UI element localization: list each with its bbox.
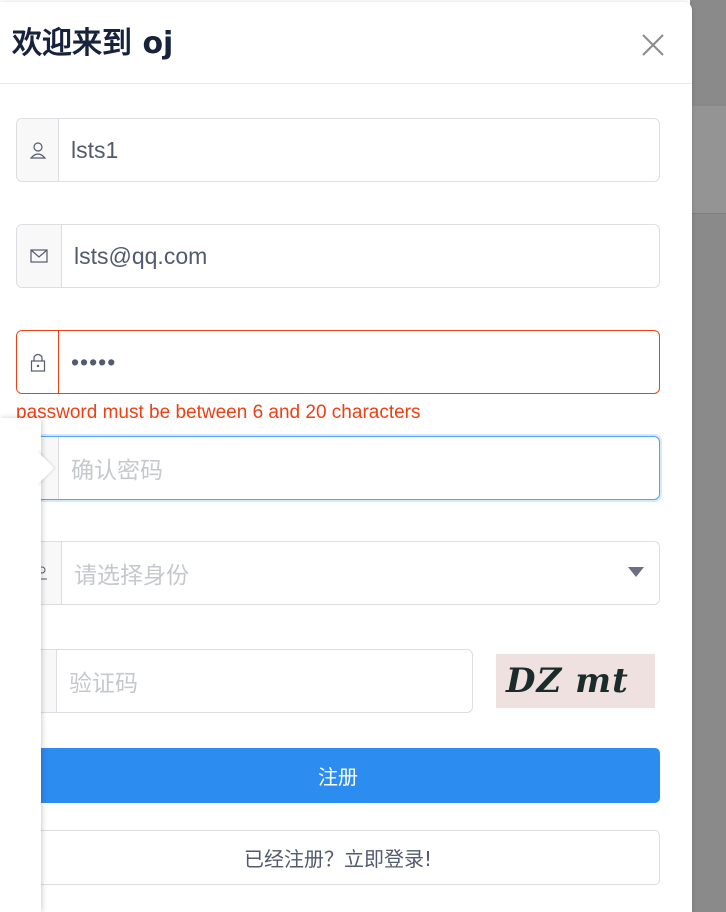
password-field[interactable]: ••••• <box>16 330 660 394</box>
role-select[interactable]: 请选择身份 <box>16 541 660 605</box>
password-input[interactable]: ••••• <box>59 349 116 376</box>
register-modal: 欢迎来到 oj lsts1 lsts@qq.com ••••• password… <box>0 2 692 912</box>
password-tip-popover <box>0 418 41 912</box>
captcha-image[interactable]: DZ mt <box>496 654 655 708</box>
mail-icon <box>17 225 62 287</box>
captcha-field[interactable]: 验证码 <box>16 649 473 713</box>
captcha-image-text: DZ mt <box>506 661 629 701</box>
register-button[interactable]: 注册 <box>16 748 660 803</box>
modal-header: 欢迎来到 oj <box>0 2 692 84</box>
email-input[interactable]: lsts@qq.com <box>62 243 207 270</box>
background-header-band <box>690 106 726 214</box>
page-backdrop: 欢迎来到 oj lsts1 lsts@qq.com ••••• password… <box>0 0 726 912</box>
caret-down-icon[interactable] <box>627 566 645 578</box>
captcha-input[interactable]: 验证码 <box>57 664 138 698</box>
username-input[interactable]: lsts1 <box>59 137 118 164</box>
modal-title: 欢迎来到 oj <box>12 26 174 61</box>
role-select-value: 请选择身份 <box>74 562 189 588</box>
close-icon[interactable] <box>640 32 666 58</box>
popover-arrow <box>36 450 54 486</box>
email-field[interactable]: lsts@qq.com <box>16 224 660 288</box>
login-link-button[interactable]: 已经注册？立即登录! <box>16 830 660 885</box>
password-error-message: password must be between 6 and 20 charac… <box>16 402 421 423</box>
confirm-password-input[interactable]: 确认密码 <box>59 451 163 485</box>
user-icon <box>17 119 59 181</box>
username-field[interactable]: lsts1 <box>16 118 660 182</box>
lock-icon <box>17 331 59 393</box>
confirm-password-field[interactable]: 确认密码 <box>16 436 660 500</box>
